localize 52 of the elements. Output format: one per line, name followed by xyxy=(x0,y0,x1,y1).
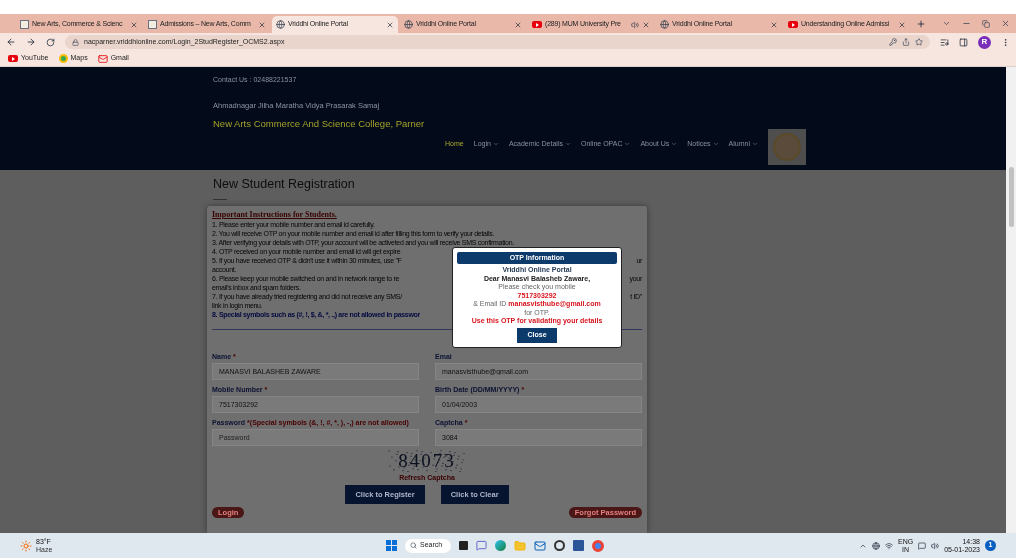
globe-icon xyxy=(404,20,413,29)
map-pin-icon xyxy=(58,54,68,63)
search-icon xyxy=(410,542,417,549)
browser-icon[interactable] xyxy=(495,540,506,551)
restore-icon[interactable] xyxy=(982,19,990,28)
share-icon[interactable] xyxy=(902,38,910,46)
emblem-icon xyxy=(20,20,29,29)
weather-icon[interactable] xyxy=(20,539,32,552)
globe-icon xyxy=(660,20,669,29)
key-icon[interactable] xyxy=(889,38,897,46)
chrome-icon[interactable] xyxy=(592,539,604,552)
chat-icon[interactable] xyxy=(476,540,487,551)
playlist-icon[interactable] xyxy=(940,37,949,47)
windows-icon[interactable] xyxy=(386,540,397,551)
task-view-icon[interactable] xyxy=(459,541,468,550)
instructions-heading: Important Instructions for Students. xyxy=(212,209,338,220)
volume-icon[interactable] xyxy=(931,541,940,550)
chevron-down-icon[interactable] xyxy=(942,19,951,28)
close-icon[interactable] xyxy=(770,20,778,29)
close-icon[interactable] xyxy=(898,20,906,29)
globe-icon xyxy=(276,20,285,29)
new-tab-icon[interactable] xyxy=(916,18,926,29)
play-icon xyxy=(532,21,542,28)
display-icon[interactable] xyxy=(918,541,927,550)
close-icon[interactable] xyxy=(514,20,522,29)
captcha-image: 84073 xyxy=(387,448,467,473)
wifi-icon[interactable] xyxy=(885,541,893,550)
menu-icon[interactable] xyxy=(1001,37,1010,47)
star-icon[interactable] xyxy=(915,38,923,46)
scrollbar[interactable] xyxy=(1006,67,1016,533)
emblem-icon xyxy=(148,20,157,29)
close-icon[interactable] xyxy=(130,20,138,29)
play-icon xyxy=(8,55,18,62)
mail-icon[interactable] xyxy=(534,539,546,552)
reload-icon[interactable] xyxy=(46,37,55,47)
speaker-icon[interactable] xyxy=(631,20,639,29)
globe-icon[interactable] xyxy=(872,541,880,550)
close-icon[interactable] xyxy=(642,20,650,29)
mail-icon xyxy=(97,53,108,64)
side-panel-icon[interactable] xyxy=(959,37,968,47)
back-icon[interactable] xyxy=(6,37,16,47)
page-title: New Student Registration xyxy=(213,176,356,193)
college-name: New Arts Commerce And Science College, Parner xyxy=(213,116,426,131)
forward-icon[interactable] xyxy=(26,37,36,47)
college-logo xyxy=(768,129,806,165)
close-icon[interactable] xyxy=(386,20,394,29)
circle-logo-icon[interactable] xyxy=(554,540,565,551)
lock-icon xyxy=(72,38,79,46)
close-icon[interactable] xyxy=(258,20,266,29)
profile-avatar[interactable]: R xyxy=(978,35,991,49)
play-icon xyxy=(788,21,798,28)
close-icon[interactable] xyxy=(1001,19,1010,28)
